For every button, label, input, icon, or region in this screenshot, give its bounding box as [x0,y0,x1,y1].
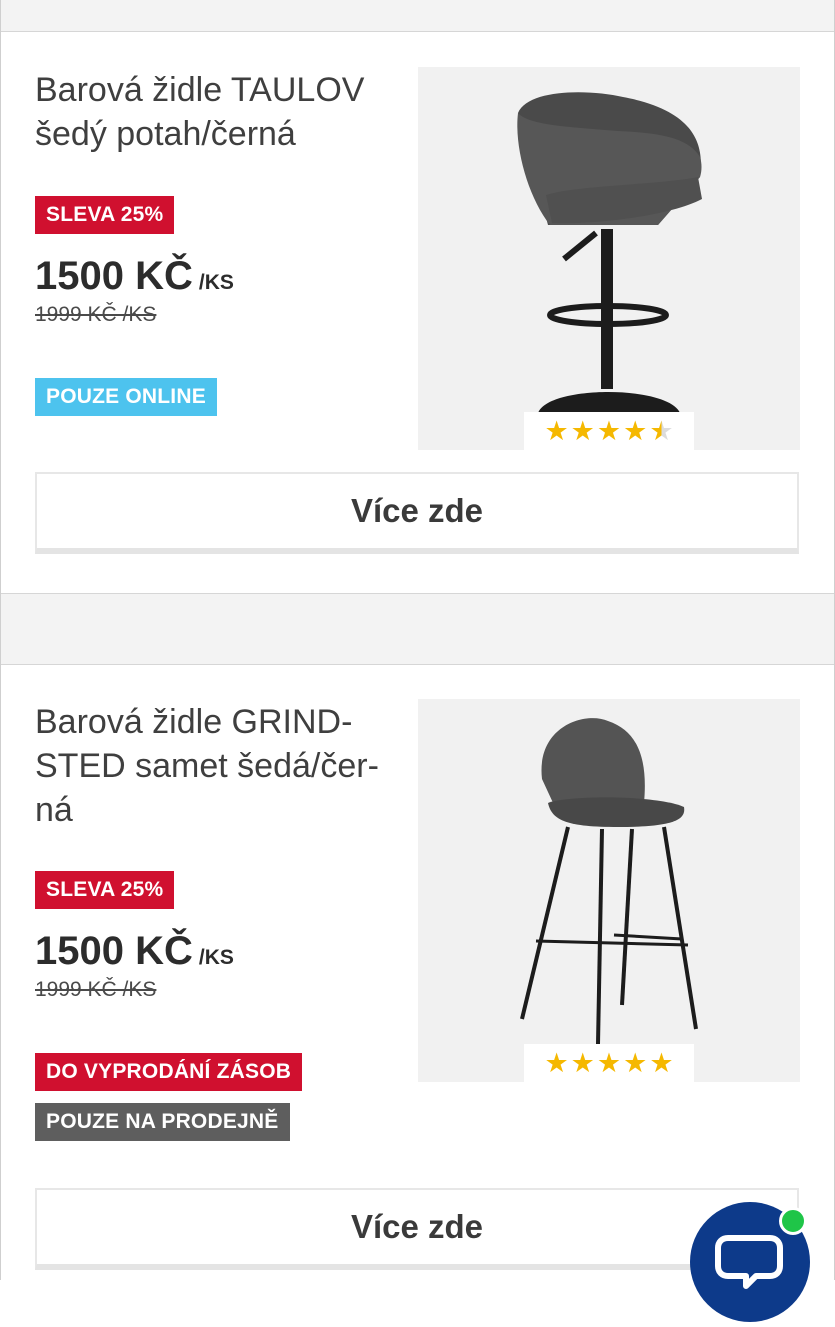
price-unit: /KS [198,271,234,294]
star-icon: ★ [570,1047,595,1078]
price-value: 1500 KČ [35,929,193,973]
star-icon: ★ [570,415,595,446]
star-icon: ★ [596,415,622,446]
half-star-icon: ★ [649,415,674,446]
star-icon: ★ [544,415,569,446]
star-icon: ★ [623,415,648,446]
discount-badge: SLEVA 25% [35,196,175,234]
product-card-grindsted: Barová židle GRIND- STED samet šedá/čer-… [0,664,835,1280]
online-status-dot [779,1207,807,1235]
price-value: 1500 KČ [35,254,193,298]
product-title[interactable]: Barová židle GRIND- STED samet šedá/čer-… [35,700,395,832]
online-only-badge: POUZE ONLINE [35,378,217,416]
old-price: 1999 KČ /KS [35,978,157,1001]
clearance-badge: DO VYPRODÁNÍ ZÁSOB [35,1053,303,1091]
old-price: 1999 KČ /KS [35,303,157,326]
price-unit: /KS [198,946,234,969]
product-image[interactable] [418,67,800,450]
title-line: ná [35,791,73,829]
rating-stars: ★ ★ ★ ★ ★ [524,1044,694,1082]
more-info-button[interactable]: Více zde [35,1188,799,1270]
product-price: 1500 KČ/KS [35,254,234,299]
title-line: Barová židle GRIND- [35,703,353,741]
star-icon: ★ [623,1047,648,1078]
product-title[interactable]: Barová židle TAULOV šedý potah/černá [35,68,395,156]
section-gap [0,0,835,32]
product-image[interactable] [418,699,800,1082]
title-line: STED samet šedá/čer- [35,747,379,785]
discount-badge: SLEVA 25% [35,871,175,909]
product-price: 1500 KČ/KS [35,929,234,974]
product-card-taulov: Barová židle TAULOV šedý potah/černá SLE… [0,32,835,592]
section-gap [0,593,835,665]
bar-stool-taulov-image [517,92,702,413]
star-icon: ★ [649,1047,674,1078]
rating-stars: ★ ★ ★ ★ ★ [524,412,694,450]
bar-stool-grindsted-image [520,718,698,1045]
star-icon: ★ [544,1047,569,1078]
in-store-only-badge: POUZE NA PRODEJNĚ [35,1103,290,1141]
star-icon: ★ [596,1047,622,1078]
more-info-button[interactable]: Více zde [35,472,799,554]
